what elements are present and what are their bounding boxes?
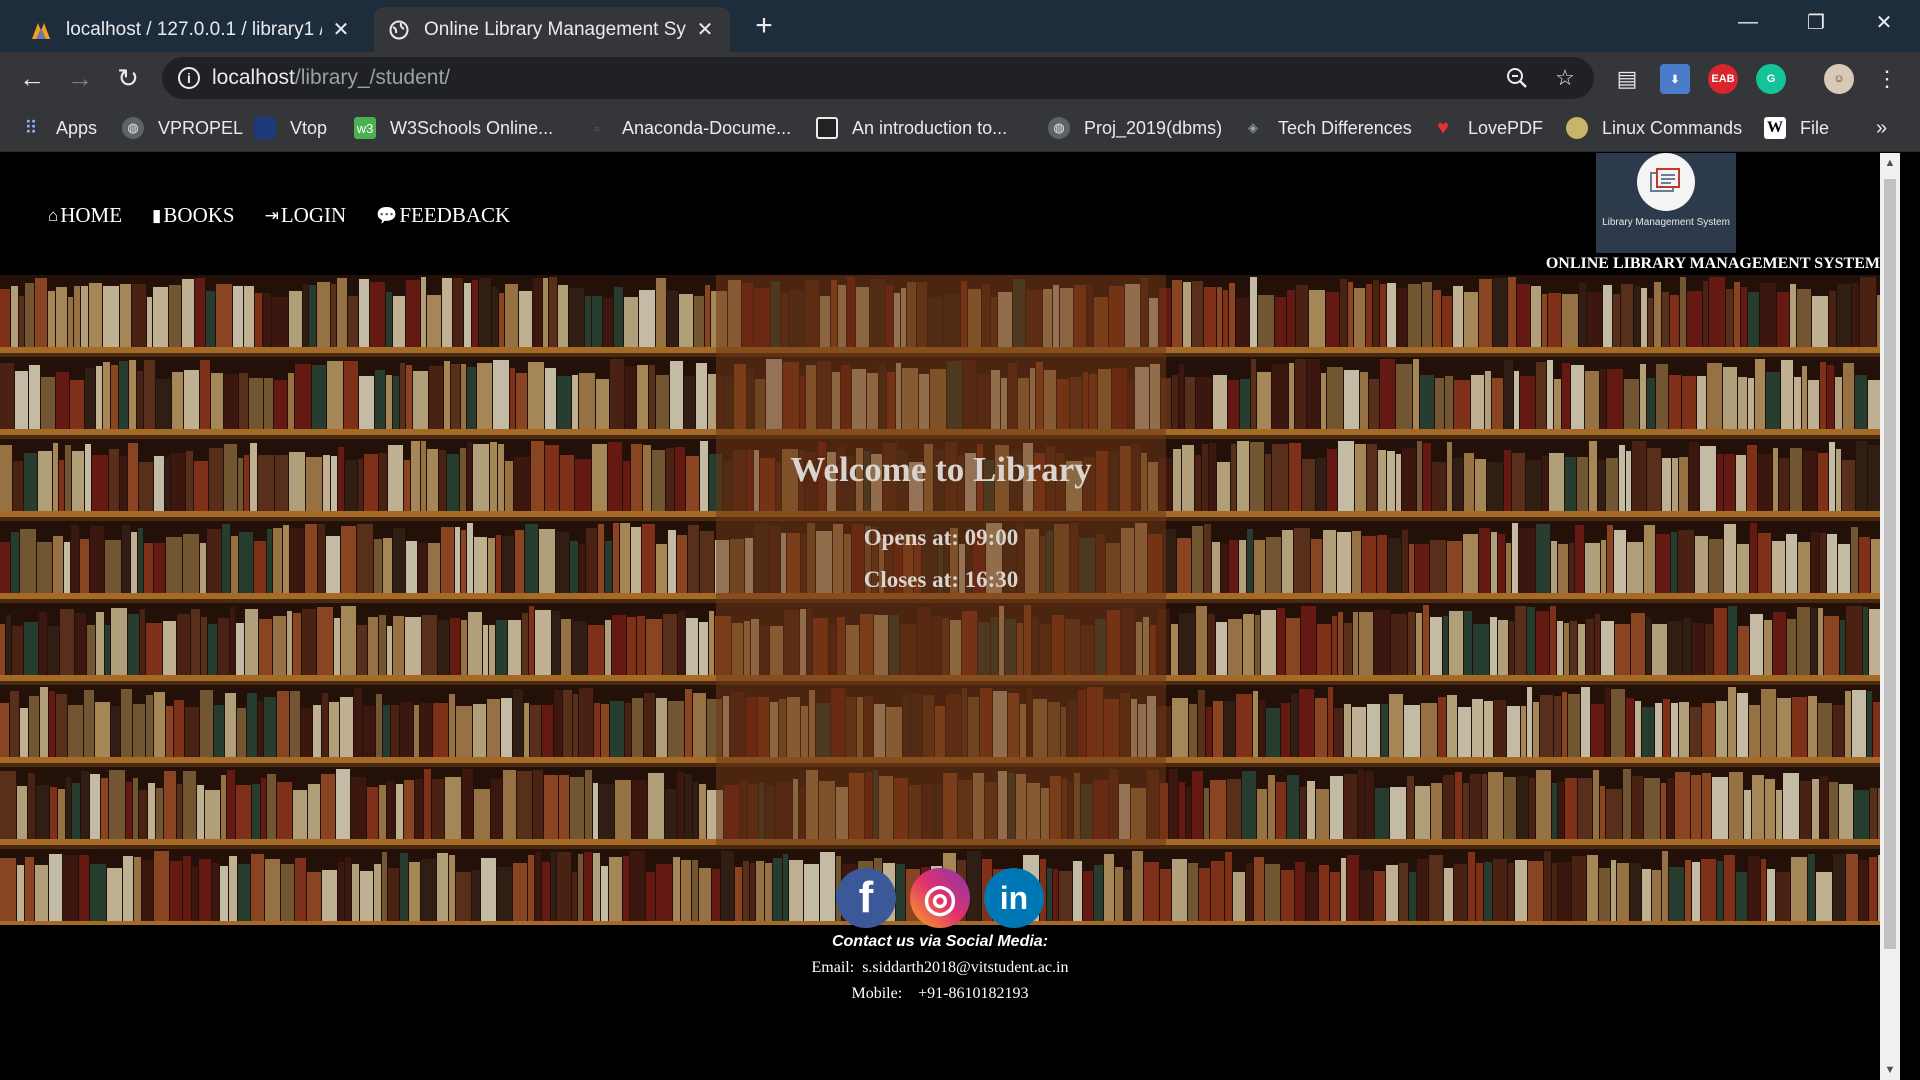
linkedin-icon[interactable]: in (984, 868, 1044, 928)
scrollbar-thumb[interactable] (1884, 179, 1896, 949)
globe-icon: ◍ (1048, 117, 1070, 139)
bookmark-proj2019[interactable]: ◍ Proj_2019(dbms) (1048, 114, 1222, 142)
tab-library[interactable]: Online Library Management Syst ✕ (374, 7, 730, 52)
bookmark-vpropel[interactable]: ◍ VPROPEL (122, 114, 243, 142)
browser-tab-strip: localhost / 127.0.0.1 / library1 / st ✕ … (0, 0, 1920, 52)
vertical-scrollbar[interactable]: ▲ ▼ (1880, 153, 1900, 1080)
welcome-panel: Welcome to Library Opens at: 09:00 Close… (716, 275, 1166, 845)
nav-books[interactable]: ▮ BOOKS (152, 203, 235, 228)
home-icon: ⌂ (48, 205, 59, 225)
forward-icon[interactable]: → (62, 60, 98, 96)
download-extension-icon[interactable]: ⬇ (1660, 64, 1690, 94)
email-row: Email: s.siddarth2018@vitstudent.ac.in (0, 959, 1880, 977)
site-info-icon[interactable]: i (178, 67, 200, 89)
phpmyadmin-icon (30, 19, 52, 41)
mobile-row: Mobile: +91-8610182193 (0, 985, 1880, 1003)
main-nav: ⌂ HOME ▮ BOOKS ⇥ LOGIN 💬 FEEDBACK (48, 203, 540, 228)
zoom-icon[interactable] (1504, 65, 1530, 91)
reading-list-icon[interactable]: ▤ (1614, 66, 1640, 92)
close-tab-icon[interactable]: ✕ (694, 19, 716, 41)
instagram-icon[interactable]: ◎ (910, 868, 970, 928)
bookmark-star-icon[interactable]: ☆ (1552, 65, 1578, 91)
opening-time: Opens at: 09:00 (863, 525, 1019, 550)
bookmark-tech-differences[interactable]: ◈ Tech Differences (1242, 114, 1412, 142)
nav-home[interactable]: ⌂ HOME (48, 203, 122, 228)
tab-title: Online Library Management Syst (424, 18, 686, 40)
nav-login[interactable]: ⇥ LOGIN (265, 203, 347, 228)
book-icon: ▮ (152, 205, 162, 225)
profile-avatar[interactable]: ☺ (1824, 64, 1854, 94)
bookmark-anaconda[interactable]: ▫ Anaconda-Docume... (586, 114, 791, 142)
browser-menu-icon[interactable]: ⋮ (1874, 66, 1900, 92)
email-label: Email: (811, 959, 855, 976)
globe-icon: ◍ (122, 117, 144, 139)
heart-icon: ♥ (1437, 116, 1449, 139)
globe-icon (388, 19, 410, 41)
scroll-down-icon[interactable]: ▼ (1880, 1060, 1900, 1080)
more-bookmarks-icon[interactable]: » (1876, 114, 1887, 142)
facebook-icon[interactable]: f (836, 868, 896, 928)
new-tab-button[interactable]: + (748, 9, 780, 42)
tab-phpmyadmin[interactable]: localhost / 127.0.0.1 / library1 / st ✕ (16, 7, 366, 52)
site-logo[interactable]: Library Management System (1596, 153, 1736, 253)
bookmarks-bar: ⠿ Apps ◍ VPROPEL Vtop w3 W3Schools Online..… (0, 104, 1920, 152)
library-logo-icon (1637, 153, 1695, 211)
eab-extension-icon[interactable]: EAB (1708, 64, 1738, 94)
bookmark-lovepdf[interactable]: ♥ LovePDF (1432, 114, 1543, 142)
scroll-up-icon[interactable]: ▲ (1880, 153, 1900, 173)
logo-text: Library Management System (1602, 217, 1730, 228)
address-bar[interactable]: i localhost/library_/student/ ☆ (162, 57, 1594, 99)
footer: Contact us via Social Media: Email: s.si… (0, 925, 1880, 1080)
url-text[interactable]: localhost/library_/student/ (212, 66, 450, 90)
close-window-icon[interactable]: ✕ (1850, 0, 1918, 44)
minimize-icon[interactable]: ― (1714, 0, 1782, 44)
reload-icon[interactable]: ↻ (110, 60, 146, 96)
w3schools-icon: w3 (354, 117, 376, 139)
email-value: s.siddarth2018@vitstudent.ac.in (862, 959, 1069, 976)
tech-icon: ◈ (1248, 120, 1258, 135)
site-title: ONLINE LIBRARY MANAGEMENT SYSTEM (1545, 255, 1880, 272)
close-tab-icon[interactable]: ✕ (330, 19, 352, 41)
bookmark-file[interactable]: W File (1764, 114, 1829, 142)
apps-grid-icon: ⠿ (24, 117, 38, 138)
bookmark-introduction[interactable]: An introduction to... (816, 114, 1007, 142)
grammarly-extension-icon[interactable]: G (1756, 64, 1786, 94)
linux-icon (1566, 117, 1588, 139)
contact-heading: Contact us via Social Media: (831, 933, 1049, 950)
bookmark-vtop[interactable]: Vtop (254, 114, 327, 142)
vtop-icon (254, 117, 276, 139)
login-icon: ⇥ (264, 205, 279, 225)
hero-banner: Welcome to Library Opens at: 09:00 Close… (0, 275, 1880, 925)
mobile-value: +91-8610182193 (918, 985, 1029, 1002)
restore-icon[interactable]: ❐ (1782, 0, 1850, 44)
browser-toolbar: ← → ↻ i localhost/library_/student/ ☆ ▤ … (0, 52, 1920, 104)
closing-time: Closes at: 16:30 (863, 567, 1019, 592)
wikipedia-icon: W (1764, 117, 1786, 139)
bookmark-apps[interactable]: ⠿ Apps (20, 114, 97, 142)
bookmark-w3schools[interactable]: w3 W3Schools Online... (354, 114, 553, 142)
comments-icon: 💬 (376, 205, 398, 225)
mobile-label: Mobile: (851, 985, 903, 1002)
anaconda-icon: ▫ (594, 120, 600, 136)
document-icon (816, 117, 838, 139)
tab-title: localhost / 127.0.0.1 / library1 / st (66, 18, 322, 40)
back-icon[interactable]: ← (14, 60, 50, 96)
welcome-heading: Welcome to Library (790, 450, 1092, 489)
bookmark-linux-commands[interactable]: Linux Commands (1566, 114, 1742, 142)
page-viewport: ⌂ HOME ▮ BOOKS ⇥ LOGIN 💬 FEEDBACK Library Ma… (0, 153, 1880, 1080)
nav-feedback[interactable]: 💬 FEEDBACK (376, 203, 510, 228)
